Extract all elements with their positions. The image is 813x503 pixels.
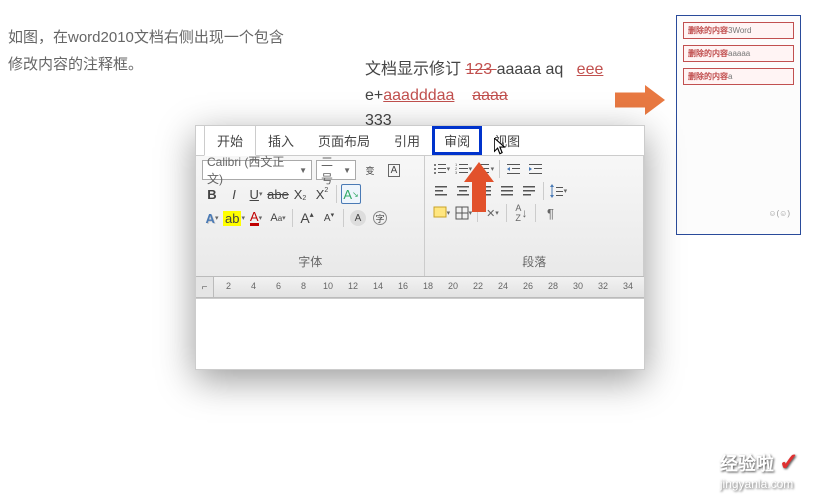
show-marks-button[interactable]: ¶ — [540, 204, 560, 222]
arrow-right-icon — [615, 80, 665, 125]
ribbon-tabs: 开始 插入 页面布局 引用 审阅 视图 — [196, 126, 644, 156]
asian-layout-button[interactable]: ✕▾ — [482, 204, 502, 222]
word-ribbon-window: 开始 插入 页面布局 引用 审阅 视图 Calibri (西文正文)▼ 二号▼ … — [195, 125, 645, 370]
intro-line1: 如图，在word2010文档右侧出现一个包含 — [8, 29, 284, 46]
check-icon: ✓ — [779, 449, 799, 476]
italic-button[interactable]: I — [224, 184, 244, 204]
char-border-button[interactable]: A — [384, 160, 404, 180]
decrease-indent-button[interactable] — [504, 160, 524, 178]
number-list-button[interactable]: 123▾ — [453, 160, 473, 178]
ruler[interactable]: ⌐ 2 4 6 8 10 12 14 16 18 20 22 24 26 28 … — [196, 276, 644, 298]
line-spacing-button[interactable]: ▾ — [548, 182, 568, 200]
distribute-button[interactable] — [519, 182, 539, 200]
document-area[interactable] — [196, 298, 644, 368]
align-left-button[interactable] — [431, 182, 451, 200]
tab-view[interactable]: 视图 — [482, 126, 532, 155]
borders-button[interactable]: ▾ — [453, 204, 473, 222]
intro-line2: 修改内容的注释框。 — [8, 56, 143, 73]
bullet-list-button[interactable]: ▾ — [431, 160, 451, 178]
revision-item[interactable]: 删除的内容3Word — [683, 22, 794, 39]
paragraph-group: ▾ 123▾ ▾ ▾ ▾ ▾ — [425, 156, 644, 276]
sort-button[interactable]: AZ↓ — [511, 204, 531, 222]
enclose-char-button[interactable]: A — [348, 208, 368, 228]
justify-button[interactable] — [497, 182, 517, 200]
ruler-scale: 2 4 6 8 10 12 14 16 18 20 22 24 26 28 30… — [214, 277, 644, 297]
font-group-label: 字体 — [196, 251, 424, 276]
strikethrough-button[interactable]: abe — [268, 184, 288, 204]
bold-button[interactable]: B — [202, 184, 222, 204]
subscript-button[interactable]: X2 — [290, 184, 310, 204]
font-group: Calibri (西文正文)▼ 二号▼ 变 A B I U▾ abe X2 X2… — [196, 156, 425, 276]
enclose-char2-button[interactable]: 字 — [370, 208, 390, 228]
tab-references[interactable]: 引用 — [382, 126, 432, 155]
grow-font-button[interactable]: A▴ — [297, 208, 317, 228]
shrink-font-button[interactable]: A▾ — [319, 208, 339, 228]
tab-home[interactable]: 开始 — [204, 125, 256, 156]
clear-formatting-button[interactable]: A↘ — [341, 184, 361, 204]
text-effects-button[interactable]: A▾ — [202, 208, 222, 228]
align-center-button[interactable] — [453, 182, 473, 200]
revision-pane: 删除的内容3Word 删除的内容aaaaa 删除的内容a ☺(☺) — [676, 15, 801, 235]
pinyin-guide-button[interactable]: 变 — [360, 160, 380, 180]
svg-text:3: 3 — [455, 170, 458, 175]
font-size-select[interactable]: 二号▼ — [316, 160, 356, 180]
multilevel-list-button[interactable]: ▾ — [475, 160, 495, 178]
revision-item[interactable]: 删除的内容a — [683, 68, 794, 85]
font-color-button[interactable]: A▾ — [246, 208, 266, 228]
tab-insert[interactable]: 插入 — [256, 126, 306, 155]
underline-button[interactable]: U▾ — [246, 184, 266, 204]
watermark: 经验啦 ✓ jingyanla.com — [720, 448, 799, 491]
increase-indent-button[interactable] — [526, 160, 546, 178]
shading-button[interactable]: ▾ — [431, 204, 451, 222]
align-right-button[interactable] — [475, 182, 495, 200]
superscript-button[interactable]: X2 — [312, 184, 332, 204]
ruler-tab-selector[interactable]: ⌐ — [196, 277, 214, 297]
char-shading-button[interactable]: Aa▾ — [268, 208, 288, 228]
tab-layout[interactable]: 页面布局 — [306, 126, 382, 155]
revision-item[interactable]: 删除的内容aaaaa — [683, 45, 794, 62]
tracked-changes-preview: 文档显示修订 123 aaaaa aq eee e+aaadddaa aaaa … — [365, 57, 603, 134]
paragraph-group-label: 段落 — [425, 251, 643, 276]
highlight-button[interactable]: ab▾ — [224, 208, 244, 228]
font-name-select[interactable]: Calibri (西文正文)▼ — [202, 160, 312, 180]
rev-faded: ☺(☺) — [768, 209, 790, 218]
tab-review[interactable]: 审阅 — [432, 126, 482, 155]
